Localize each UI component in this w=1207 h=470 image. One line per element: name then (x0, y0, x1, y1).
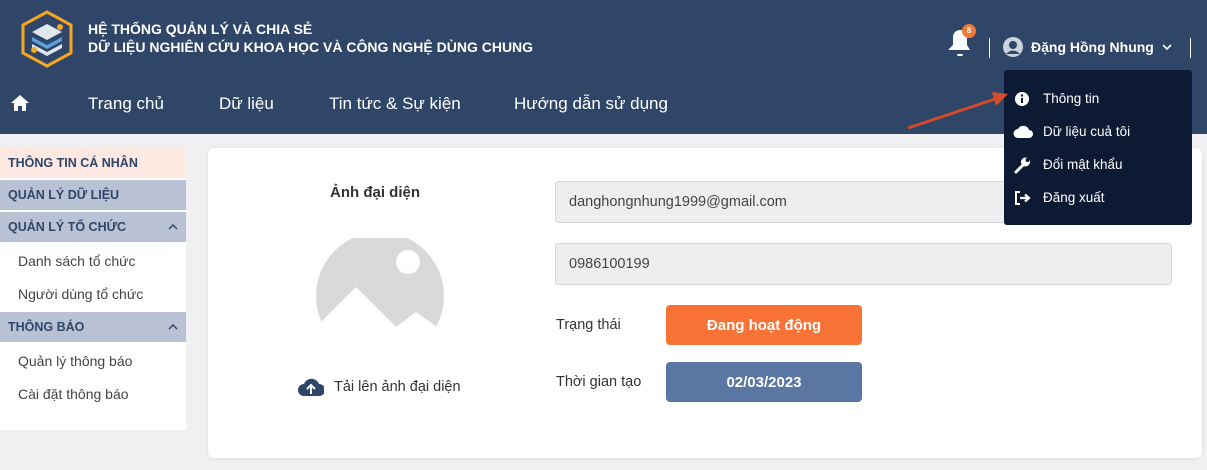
sidebar-item-personal-info[interactable]: THÔNG TIN CÁ NHÂN (0, 148, 186, 178)
sidebar-item-data-management[interactable]: QUẢN LÝ DỮ LIỆU (0, 180, 186, 210)
chevron-down-icon (1162, 44, 1172, 51)
main-nav: Trang chủ Dữ liệu Tin tức & Sự kiện Hướn… (0, 86, 800, 122)
user-avatar-icon (1003, 37, 1023, 57)
user-name: Đặng Hồng Nhung (1031, 39, 1154, 55)
chevron-up-icon (168, 223, 178, 230)
header-divider (989, 38, 990, 58)
user-dropdown-menu: Thông tin Dữ liệu cuả tôi Đổi mật khẩu Đ… (1004, 70, 1192, 225)
sidebar-item-notification-management[interactable]: Quản lý thông báo (0, 344, 186, 377)
wrench-icon (1014, 157, 1030, 173)
status-label: Trạng thái (556, 317, 621, 333)
nav-data[interactable]: Dữ liệu (219, 94, 274, 114)
status-badge[interactable]: Đang hoạt động (666, 305, 862, 345)
sidebar-item-org-users[interactable]: Người dùng tổ chức (0, 277, 186, 310)
menu-item-label: Thông tin (1043, 91, 1100, 106)
logo-icon[interactable] (18, 10, 76, 68)
sidebar-item-label: QUẢN LÝ TỔ CHỨC (8, 220, 127, 234)
menu-item-label: Đăng xuất (1043, 190, 1105, 205)
sidebar: THÔNG TIN CÁ NHÂN QUẢN LÝ DỮ LIỆU QUẢN L… (0, 148, 186, 430)
avatar-label: Ảnh đại diện (330, 184, 420, 201)
sidebar-item-label: THÔNG TIN CÁ NHÂN (8, 156, 138, 170)
user-menu-toggle[interactable]: Đặng Hồng Nhung (1003, 36, 1172, 58)
chevron-up-icon (168, 323, 178, 330)
cloud-icon (1013, 125, 1033, 138)
annotation-arrow-icon (907, 92, 1008, 130)
sidebar-item-label: THÔNG BÁO (8, 320, 85, 334)
phone-field[interactable]: 0986100199 (555, 243, 1172, 285)
sidebar-item-org-list[interactable]: Danh sách tổ chức (0, 244, 186, 277)
menu-item-label: Dữ liệu cuả tôi (1043, 124, 1131, 139)
upload-avatar-label: Tải lên ảnh đại diện (334, 379, 461, 395)
menu-item-label: Đổi mật khẩu (1043, 157, 1123, 172)
site-title: HỆ THỐNG QUẢN LÝ VÀ CHIA SẺ DỮ LIỆU NGHI… (88, 20, 533, 56)
created-date-badge[interactable]: 02/03/2023 (666, 362, 862, 402)
home-icon[interactable] (10, 94, 30, 112)
menu-item-profile-info[interactable]: Thông tin (1004, 82, 1192, 115)
sidebar-item-notification-settings[interactable]: Cài đặt thông báo (0, 377, 186, 410)
sidebar-group-org-management[interactable]: QUẢN LÝ TỔ CHỨC (0, 212, 186, 242)
notification-bell-button[interactable]: 8 (944, 24, 976, 57)
sign-out-icon (1015, 190, 1031, 205)
site-title-line1: HỆ THỐNG QUẢN LÝ VÀ CHIA SẺ (88, 21, 313, 37)
header-divider (1190, 38, 1191, 58)
info-circle-icon (1015, 91, 1029, 106)
sidebar-group-notifications[interactable]: THÔNG BÁO (0, 312, 186, 342)
sidebar-item-label: QUẢN LÝ DỮ LIỆU (8, 188, 120, 202)
avatar-placeholder-icon[interactable] (316, 232, 444, 360)
notification-badge: 8 (962, 24, 976, 38)
menu-item-change-password[interactable]: Đổi mật khẩu (1004, 148, 1192, 181)
menu-item-my-data[interactable]: Dữ liệu cuả tôi (1004, 115, 1192, 148)
site-title-line2: DỮ LIỆU NGHIÊN CỨU KHOA HỌC VÀ CÔNG NGHỆ… (88, 39, 534, 55)
cloud-upload-icon (298, 378, 324, 396)
created-time-label: Thời gian tạo (556, 374, 642, 390)
nav-user-guide[interactable]: Hướng dẫn sử dụng (514, 94, 668, 114)
upload-avatar-button[interactable]: Tải lên ảnh đại diện (298, 376, 461, 398)
menu-item-logout[interactable]: Đăng xuất (1004, 181, 1192, 214)
nav-home[interactable]: Trang chủ (88, 94, 164, 114)
nav-news-events[interactable]: Tin tức & Sự kiện (329, 94, 461, 114)
